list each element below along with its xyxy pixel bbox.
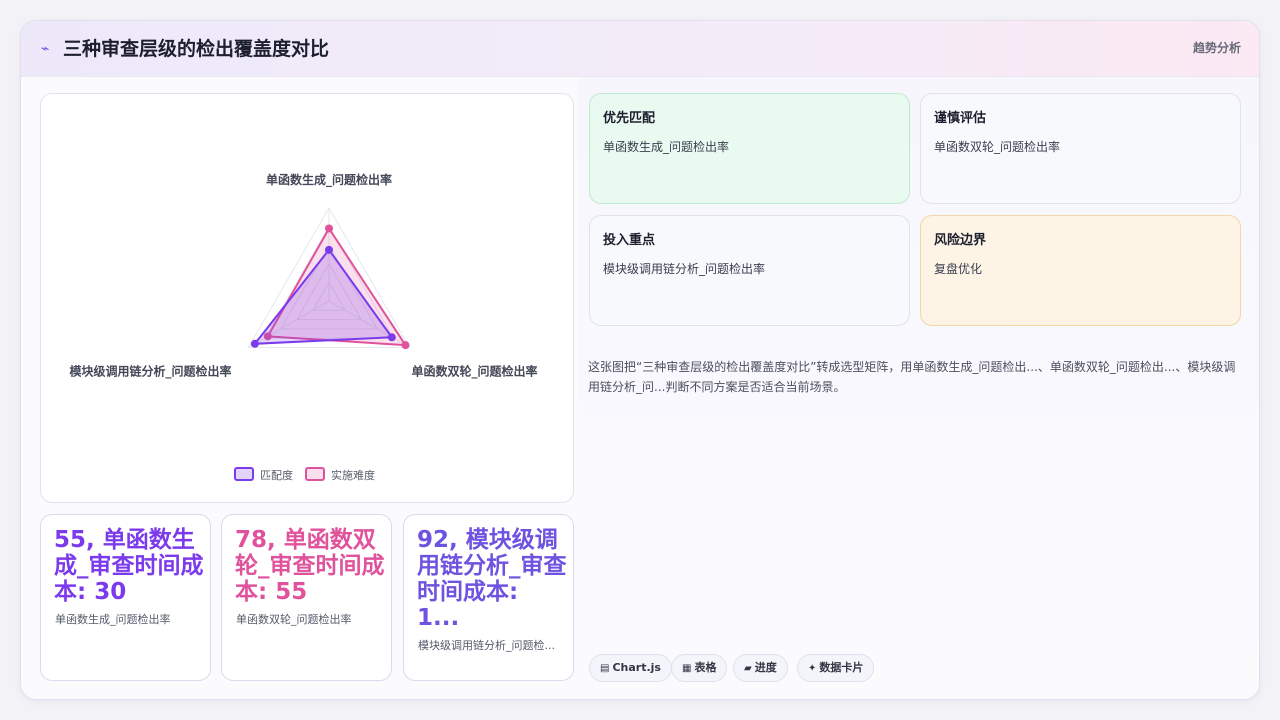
chip-label: 数据卡片 — [819, 661, 864, 674]
quadrant-body: 单函数双轮_问题检出率 — [934, 140, 1061, 154]
dashboard-card: ⌁ 三种审查层级的检出覆盖度对比 趋势分析 单函数生成_问题检出率单函数双轮_问… — [20, 20, 1260, 700]
chip-table[interactable]: ▦ 表格 — [671, 654, 728, 682]
stat-card-2: 78, 单函数双轮_审查时间成本: 55 单函数双轮_问题检出率 — [221, 514, 392, 681]
trend-icon: ⌁ — [41, 41, 50, 57]
radar-point — [325, 224, 333, 233]
legend-swatch — [234, 467, 254, 481]
quadrant-title: 优先匹配 — [603, 111, 656, 126]
stat-card-1: 55, 单函数生成_审查时间成本: 30 单函数生成_问题检出率 — [40, 514, 211, 681]
legend-label: 实施难度 — [331, 468, 375, 482]
quadrant-risk[interactable]: 风险边界 复盘优化 — [920, 215, 1241, 326]
quadrant-title: 谨慎评估 — [934, 111, 987, 126]
quadrant-body: 单函数生成_问题检出率 — [603, 140, 730, 154]
table-icon: ▦ — [682, 663, 692, 674]
radar-chart: 单函数生成_问题检出率单函数双轮_问题检出率 模块级调用链分析_问题检出率匹配度 实… — [69, 172, 538, 482]
quadrant-body: 模块级调用链分析_问题检出率 — [603, 262, 766, 276]
chip-chartjs[interactable]: ▤ Chart.js — [589, 654, 672, 682]
radar-point — [387, 333, 396, 342]
stat-label: 模块级调用链分析_问题检... — [418, 639, 555, 652]
stat-value: 55, 单函数生成_审查时间成本: 30 — [54, 527, 204, 605]
quadrant-title: 投入重点 — [603, 233, 656, 248]
radar-point — [325, 245, 333, 254]
stat-value: 78, 单函数双轮_审查时间成本: 55 — [235, 527, 385, 605]
stat-label: 单函数生成_问题检出率 — [55, 613, 171, 626]
radar-axis-label: 单函数双轮_问题检出率 — [412, 364, 538, 380]
header-tag[interactable]: 趋势分析 — [1193, 40, 1241, 56]
stat-value: 92, 模块级调用链分析_审查时间成本: 1... — [417, 527, 567, 631]
stat-card-3: 92, 模块级调用链分析_审查时间成本: 1... 模块级调用链分析_问题检..… — [403, 514, 574, 681]
radar-axis-label: 单函数生成_问题检出率 — [266, 172, 392, 188]
radar-axis-label: 模块级调用链分析_问题检出率 — [69, 364, 231, 380]
radar-point — [250, 339, 259, 348]
page-title: 三种审查层级的检出覆盖度对比 — [63, 38, 330, 60]
chip-progress[interactable]: ▰ 进度 — [733, 654, 788, 682]
quadrant-focus[interactable]: 投入重点 模块级调用链分析_问题检出率 — [589, 215, 910, 326]
legend-label: 匹配度 — [260, 468, 293, 482]
stat-label: 单函数双轮_问题检出率 — [236, 613, 352, 626]
radar-point — [401, 341, 410, 350]
quadrant-caution[interactable]: 谨慎评估 单函数双轮_问题检出率 — [920, 93, 1241, 204]
chart-icon: ▤ — [600, 663, 610, 674]
chip-label: 进度 — [754, 661, 777, 674]
quadrant-body: 复盘优化 — [934, 262, 983, 276]
chart-description: 这张图把“三种审查层级的检出覆盖度对比”转成选型矩阵，用单函数生成_问题检出..… — [588, 360, 1236, 394]
quadrant-title: 风险边界 — [934, 233, 987, 248]
chip-label: 表格 — [694, 661, 717, 674]
quadrant-priority[interactable]: 优先匹配 单函数生成_问题检出率 — [589, 93, 910, 204]
sparkle-icon: ✦ — [808, 663, 817, 674]
radar-chart-panel: 单函数生成_问题检出率单函数双轮_问题检出率 模块级调用链分析_问题检出率匹配度 实… — [40, 93, 574, 503]
legend-swatch — [305, 467, 325, 481]
progress-icon: ▰ — [744, 663, 752, 674]
chip-label: Chart.js — [612, 661, 661, 674]
chip-data-card[interactable]: ✦ 数据卡片 — [797, 654, 875, 682]
header: ⌁ 三种审查层级的检出覆盖度对比 趋势分析 — [21, 21, 1259, 77]
